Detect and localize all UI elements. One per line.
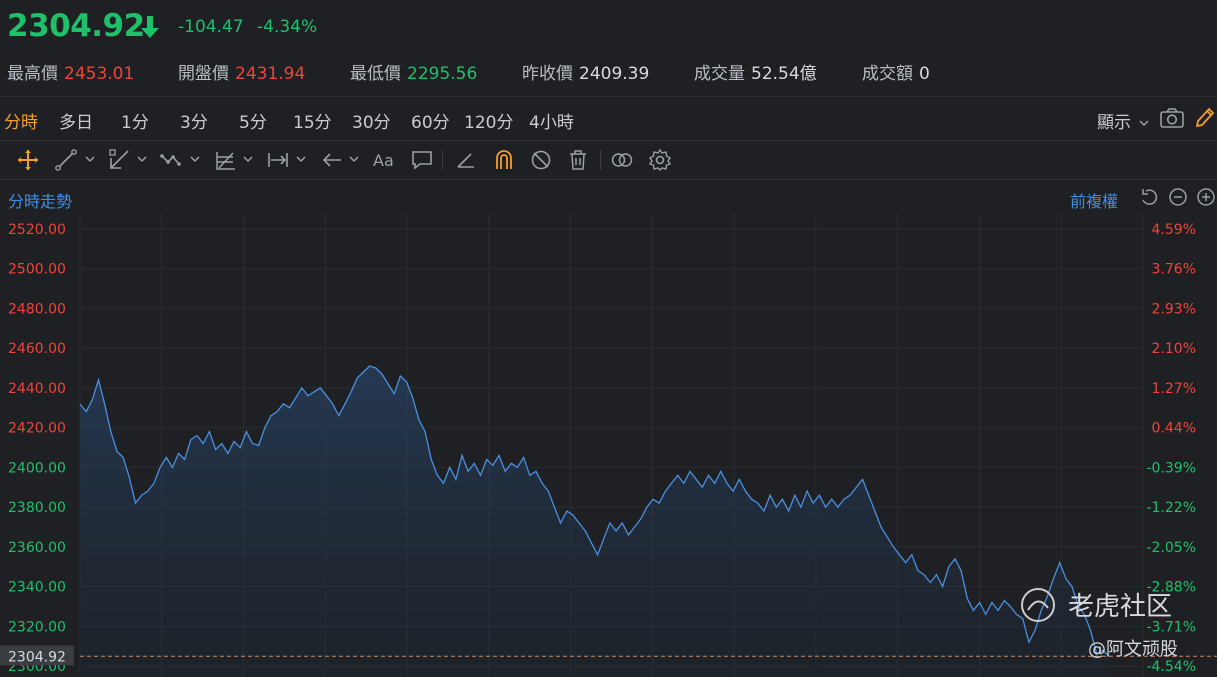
- intraday-chart[interactable]: 2520.00 2500.00 2480.00 2460.00 2440.00 2420.…: [0, 214, 1217, 677]
- pct-tick-label: -4.54%: [1146, 659, 1196, 675]
- y-tick-label: 2320.00: [8, 619, 66, 635]
- camera-icon[interactable]: [1159, 107, 1185, 129]
- chevron-down-icon[interactable]: [189, 154, 201, 164]
- pct-tick-label: 1.27%: [1152, 381, 1196, 397]
- trash-icon[interactable]: [566, 148, 590, 172]
- stat-value: 0: [919, 64, 930, 84]
- arrow-tool-icon[interactable]: [320, 148, 344, 172]
- y-tick-label: 2340.00: [8, 580, 66, 596]
- chevron-down-icon[interactable]: [242, 154, 254, 164]
- chevron-down-icon[interactable]: [295, 154, 307, 164]
- y-tick-label: 2360.00: [8, 540, 66, 556]
- chart-title: 分時走勢: [8, 192, 73, 211]
- tab-30min[interactable]: 30分: [352, 108, 391, 133]
- last-price: 2304.92: [7, 8, 145, 44]
- tab-5min[interactable]: 5分: [239, 108, 267, 133]
- text-tool-icon[interactable]: Aa: [372, 148, 396, 172]
- price-change: -104.47: [178, 17, 244, 37]
- magnet-icon[interactable]: [492, 148, 516, 172]
- y-tick-label: 2520.00: [8, 222, 66, 238]
- stat-value: 52.54億: [751, 64, 817, 84]
- display-menu[interactable]: 顯示: [1097, 108, 1150, 133]
- pct-tick-label: 2.10%: [1152, 341, 1196, 357]
- y-tick-label: 2400.00: [8, 460, 66, 476]
- undo-icon[interactable]: [1139, 187, 1159, 207]
- chevron-down-icon[interactable]: [348, 154, 360, 164]
- adjust-mode-button[interactable]: 前複權: [1070, 188, 1118, 212]
- price-area: [80, 366, 1109, 677]
- settings-icon[interactable]: [648, 148, 672, 172]
- stat-low: 最低價 2295.56: [350, 59, 477, 84]
- y-tick-label: 2500.00: [8, 262, 66, 278]
- chevron-down-icon: [1139, 120, 1149, 127]
- stat-value: 2295.56: [407, 64, 478, 84]
- drawing-toolbar: Aa: [0, 141, 1217, 180]
- quote-header: 2304.92 -104.47 -4.34% 最高價 2453.01 開盤價 243…: [0, 0, 1217, 97]
- stat-label: 開盤價: [178, 64, 229, 84]
- tab-multi-day[interactable]: 多日: [59, 108, 93, 133]
- move-icon[interactable]: [16, 148, 40, 172]
- stat-value: 2409.39: [579, 64, 650, 84]
- stat-value: 2453.01: [64, 64, 135, 84]
- pct-tick-label: 0.44%: [1152, 421, 1196, 437]
- stat-label: 成交額: [862, 64, 913, 84]
- toolbar-divider: [442, 150, 443, 170]
- tab-4hour[interactable]: 4小時: [529, 108, 574, 133]
- tab-3min[interactable]: 3分: [180, 108, 208, 133]
- pct-tick-label: -1.22%: [1146, 500, 1196, 516]
- watermark-brand: 老虎社区: [1068, 592, 1172, 622]
- pct-tick-label: 3.76%: [1152, 262, 1196, 278]
- measure-tool-icon[interactable]: [266, 148, 290, 172]
- stat-volume: 成交量 52.54億: [694, 59, 817, 84]
- tab-15min[interactable]: 15分: [293, 108, 332, 133]
- tab-120min[interactable]: 120分: [464, 108, 513, 133]
- pct-tick-label: -2.05%: [1146, 540, 1196, 556]
- chart-subheader: 分時走勢 前複權: [0, 180, 1217, 214]
- tab-60min[interactable]: 60分: [411, 108, 450, 133]
- zoom-out-icon[interactable]: [1168, 187, 1188, 207]
- stat-label: 最高價: [7, 64, 58, 84]
- pct-tick-label: 2.93%: [1152, 301, 1196, 317]
- tab-1min[interactable]: 1分: [121, 108, 149, 133]
- stat-value: 2431.94: [235, 64, 306, 84]
- stat-high: 最高價 2453.01: [7, 59, 134, 84]
- chevron-down-icon[interactable]: [136, 154, 148, 164]
- y-tick-label: 2460.00: [8, 341, 66, 357]
- watermark-author: @阿文顽股: [1088, 639, 1178, 660]
- stat-label: 成交量: [694, 64, 745, 84]
- toolbar-divider: [600, 150, 601, 170]
- down-arrow-icon: [141, 16, 159, 38]
- last-price-tag: 2304.92: [8, 649, 66, 665]
- y-tick-label: 2440.00: [8, 381, 66, 397]
- comment-tool-icon[interactable]: [410, 148, 434, 172]
- y-tick-label: 2480.00: [8, 301, 66, 317]
- stat-label: 昨收價: [522, 64, 573, 84]
- stat-prev-close: 昨收價 2409.39: [522, 59, 649, 84]
- stat-label: 最低價: [350, 64, 401, 84]
- left-price-axis: 2520.00 2500.00 2480.00 2460.00 2440.00 2420.…: [8, 222, 66, 675]
- line-tool-icon[interactable]: [54, 148, 78, 172]
- y-tick-label: 2420.00: [8, 421, 66, 437]
- stat-turnover: 成交額 0: [862, 59, 930, 84]
- chevron-down-icon[interactable]: [84, 154, 96, 164]
- wave-tool-icon[interactable]: [160, 148, 184, 172]
- zoom-in-icon[interactable]: [1196, 187, 1216, 207]
- display-label: 顯示: [1097, 113, 1131, 133]
- stat-open: 開盤價 2431.94: [178, 59, 305, 84]
- fib-tool-icon[interactable]: [214, 148, 238, 172]
- pct-tick-label: -0.39%: [1146, 460, 1196, 476]
- price-change-pct: -4.34%: [257, 17, 318, 37]
- channel-tool-icon[interactable]: [108, 148, 132, 172]
- period-tabs: 分時 多日 1分 3分 5分 15分 30分 60分 120分 4小時 顯示: [0, 97, 1217, 141]
- pencil-tool-icon[interactable]: [454, 148, 478, 172]
- pct-tick-label: 4.59%: [1152, 222, 1196, 238]
- compare-icon[interactable]: [610, 148, 634, 172]
- edit-icon[interactable]: [1193, 106, 1215, 130]
- svg-text:Aa: Aa: [373, 151, 394, 170]
- hide-icon[interactable]: [529, 148, 553, 172]
- tab-intraday[interactable]: 分時: [4, 108, 38, 133]
- y-tick-label: 2380.00: [8, 500, 66, 516]
